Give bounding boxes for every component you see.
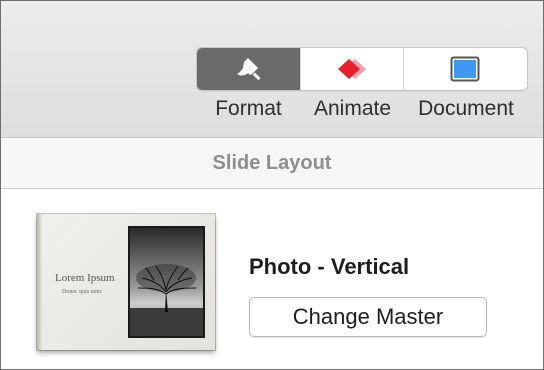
tab-format[interactable] [197, 48, 302, 90]
thumbnail-spine [37, 214, 42, 350]
section-header: Slide Layout [1, 139, 543, 189]
animate-diamonds-icon [338, 59, 367, 79]
master-name: Photo - Vertical [249, 254, 410, 279]
section-title: Slide Layout [212, 152, 332, 174]
tree-photo-image [130, 228, 203, 336]
tab-animate[interactable] [301, 48, 404, 90]
thumbnail-photo [128, 226, 205, 338]
tab-document[interactable] [404, 48, 527, 90]
tab-format-label: Format [215, 97, 282, 120]
inspector-panel: Format Animate Document Slide Layout Lor… [0, 0, 544, 370]
inspector-tab-control [196, 47, 528, 91]
change-master-button[interactable]: Change Master [249, 297, 487, 337]
document-window-icon [450, 56, 480, 82]
inspector-toolbar: Format Animate Document [1, 1, 543, 138]
paintbrush-icon [236, 58, 261, 81]
tab-animate-label: Animate [313, 97, 392, 120]
thumbnail-title: Lorem Ipsum [55, 272, 115, 284]
master-thumbnail[interactable]: Lorem Ipsum Donec quis nunc [37, 214, 215, 350]
slide-layout-content: Lorem Ipsum Donec quis nunc Photo - Vert… [1, 190, 543, 369]
tab-document-label: Document [418, 97, 514, 120]
